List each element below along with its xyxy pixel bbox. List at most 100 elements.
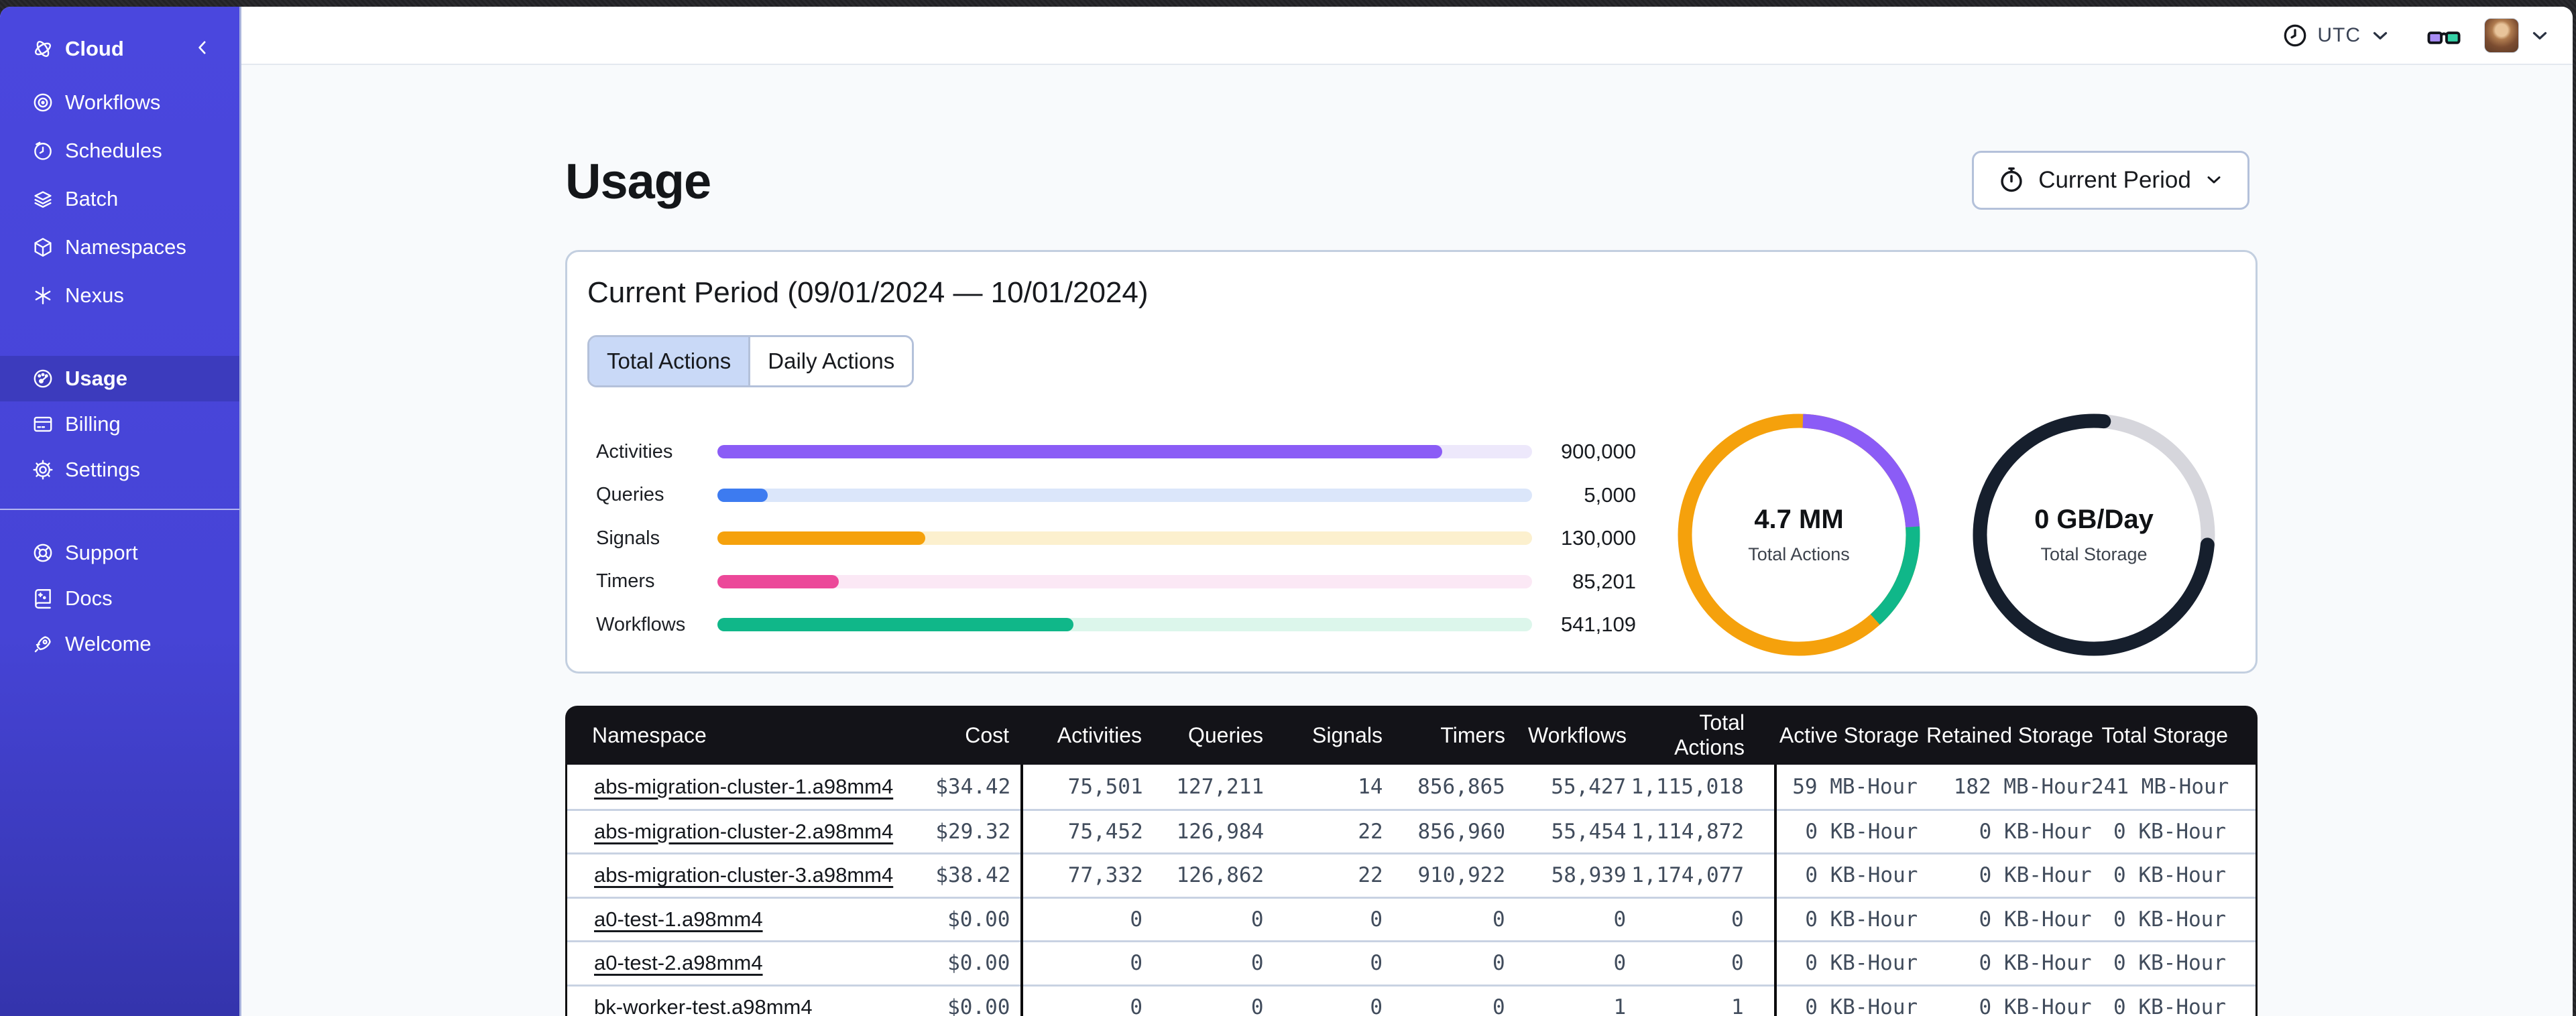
usage-icon <box>32 367 54 390</box>
support-icon <box>32 542 54 564</box>
sidebar-brand[interactable]: Cloud <box>0 29 239 68</box>
app-window: Cloud Workflows Schedules Batch Namespaces N… <box>0 7 2573 1016</box>
column-header-total-actions: Total Actions <box>1674 710 1745 759</box>
sidebar-item-workflows[interactable]: Workflows <box>0 78 239 127</box>
namespace-link[interactable]: a0-test-1.a98mm4 <box>594 907 763 931</box>
bar-value: 130,000 <box>1560 526 1636 550</box>
table-row: a0-test-1.a98mm4 $0.00 0 0 0 0 0 0 0 KB-Hour 0 KB… <box>567 896 2256 941</box>
table-cell: 0 KB-Hour <box>1979 907 2092 932</box>
column-header-activities: Activities <box>1057 722 1142 747</box>
sidebar-divider <box>0 509 239 510</box>
table-cell: 59 MB-Hour <box>1792 774 1918 799</box>
sidebar-item-label: Settings <box>65 458 141 481</box>
table-cell: 0 <box>1613 951 1627 976</box>
sidebar-collapse-button[interactable] <box>192 38 213 61</box>
sidebar-item-support[interactable]: Support <box>0 530 239 576</box>
namespace-cell: abs-migration-cluster-1.a98mm4 <box>567 775 893 799</box>
table-cell: 0 <box>1250 907 1264 932</box>
table-cell: 0 <box>1250 995 1264 1016</box>
total-actions-label: Total Actions <box>1748 544 1850 564</box>
user-menu-chevron-down-icon[interactable] <box>2528 24 2551 47</box>
table-row: abs-migration-cluster-1.a98mm4 $34.42 75,5… <box>567 765 2256 809</box>
main: Usage Current Period Current Period (09/… <box>241 65 2573 1016</box>
table-cell: 0 <box>1370 951 1383 976</box>
sidebar-item-welcome[interactable]: Welcome <box>0 621 239 667</box>
workflows-icon <box>32 91 54 114</box>
bar-fill <box>717 618 1073 631</box>
namespace-link[interactable]: abs-migration-cluster-3.a98mm4 <box>594 863 893 887</box>
sidebar: Cloud Workflows Schedules Batch Namespaces N… <box>0 7 241 1016</box>
table-cell: 0 <box>1370 995 1383 1016</box>
namespace-link[interactable]: abs-migration-cluster-2.a98mm4 <box>594 820 893 843</box>
sidebar-nav-account: Usage Billing Settings <box>0 356 239 493</box>
namespace-cell: abs-migration-cluster-3.a98mm4 <box>567 863 893 887</box>
period-chevron-down-icon <box>2203 169 2225 192</box>
period-selector-button[interactable]: Current Period <box>1972 151 2249 210</box>
table-cell: 1 <box>1731 995 1744 1016</box>
column-header-namespace: Namespace <box>592 722 707 747</box>
bar-fill <box>717 531 925 545</box>
namespace-cell: a0-test-1.a98mm4 <box>567 907 860 932</box>
timezone-selector[interactable]: UTC <box>2281 21 2392 50</box>
sidebar-item-label: Batch <box>65 187 119 210</box>
tab-total-actions[interactable]: Total Actions <box>589 337 751 385</box>
bar-track <box>717 531 1532 545</box>
namespace-link[interactable]: bk-worker-test.a98mm4 <box>594 995 813 1016</box>
tab-daily-actions[interactable]: Daily Actions <box>750 337 913 385</box>
bar-track <box>717 488 1532 502</box>
sidebar-item-batch[interactable]: Batch <box>0 175 239 223</box>
namespace-link[interactable]: a0-test-2.a98mm4 <box>594 951 763 974</box>
timezone-label: UTC <box>2317 23 2361 46</box>
usage-summary-card: Current Period (09/01/2024 — 10/01/2024)… <box>565 250 2258 674</box>
table-cell: $0.00 <box>947 907 1010 932</box>
table-cell: 0 KB-Hour <box>1979 819 2092 844</box>
table-cell: 0 <box>1250 951 1264 976</box>
sidebar-item-usage[interactable]: Usage <box>0 356 239 401</box>
table-cell: 126,862 <box>1176 863 1265 888</box>
stopwatch-icon <box>1997 165 2026 196</box>
bar-label: Activities <box>596 440 673 462</box>
sidebar-item-label: Support <box>65 541 138 564</box>
table-cell: $38.42 <box>935 863 1011 888</box>
table-cell: 182 MB-Hour <box>1953 774 2092 799</box>
table-cell: 0 KB-Hour <box>1805 951 1918 976</box>
user-avatar[interactable] <box>2484 17 2519 53</box>
namespace-link[interactable]: abs-migration-cluster-1.a98mm4 <box>594 775 893 798</box>
sidebar-item-label: Namespaces <box>65 235 186 259</box>
sidebar-item-namespaces[interactable]: Namespaces <box>0 223 239 271</box>
bar-label: Signals <box>596 527 660 549</box>
table-cell: 55,454 <box>1551 819 1627 844</box>
table-cell: 22 <box>1358 863 1383 888</box>
content-area: UTC Usage Current Period Current Period … <box>241 7 2573 1016</box>
table-cell: 127,211 <box>1176 774 1265 799</box>
table-cell: 856,960 <box>1417 819 1506 844</box>
bar-row-workflows: Workflows 541,109 <box>596 613 1665 636</box>
table-cell: 0 <box>1492 951 1505 976</box>
bar-fill <box>717 574 839 588</box>
billing-icon <box>32 413 54 436</box>
table-cell: 0 KB-Hour <box>2113 863 2227 888</box>
sidebar-item-schedules[interactable]: Schedules <box>0 127 239 175</box>
temporal-logo-icon <box>32 38 54 60</box>
bar-fill <box>717 445 1443 458</box>
sidebar-nav-footer: Support Docs Welcome <box>0 530 239 667</box>
sidebar-item-billing[interactable]: Billing <box>0 401 239 447</box>
table-cell: 126,984 <box>1176 819 1265 844</box>
bar-label: Queries <box>596 484 664 505</box>
namespace-cell: bk-worker-test.a98mm4 <box>567 995 860 1016</box>
table-cell: 22 <box>1358 819 1383 844</box>
sidebar-item-docs[interactable]: Docs <box>0 576 239 621</box>
table-cell: 0 KB-Hour <box>2113 819 2227 844</box>
sidebar-item-settings[interactable]: Settings <box>0 447 239 493</box>
sidebar-item-nexus[interactable]: Nexus <box>0 271 239 320</box>
table-cell: 75,501 <box>1067 774 1143 799</box>
usage-card-title: Current Period (09/01/2024 — 10/01/2024) <box>587 276 1149 309</box>
table-body: abs-migration-cluster-1.a98mm4 $34.42 75,5… <box>565 765 2258 1016</box>
column-header-active-storage: Active Storage <box>1779 722 1919 747</box>
table-cell: 0 <box>1492 995 1505 1016</box>
total-storage-donut-chart: 0 GB/Day Total Storage <box>1967 407 2221 662</box>
table-cell: 910,922 <box>1417 863 1506 888</box>
page-title: Usage <box>565 153 711 209</box>
table-section-divider <box>1774 765 1777 1016</box>
labs-glasses-icon[interactable] <box>2426 21 2461 50</box>
